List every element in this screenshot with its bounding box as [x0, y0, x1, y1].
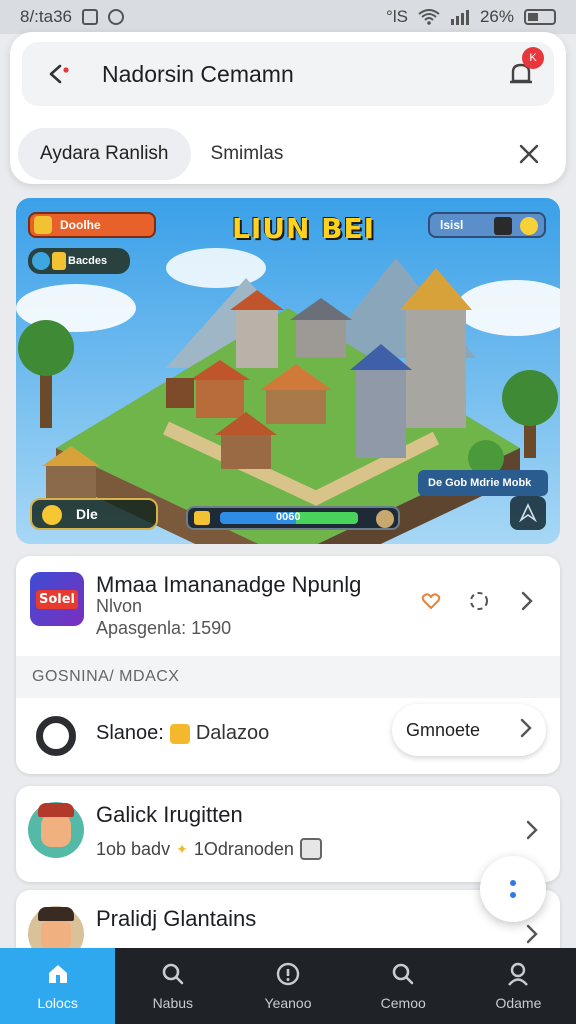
nav-label: Lolocs: [37, 995, 78, 1011]
search-bar[interactable]: Nadorsin Cemamn K: [22, 42, 554, 106]
notification-icon[interactable]: K: [504, 47, 544, 91]
game-logo-title: LIUN BEI: [232, 212, 376, 245]
user-meta-b: 1Odranoden: [193, 838, 294, 859]
user-meta: 1ob badv ✦ 1Odranoden: [96, 838, 322, 860]
app-row[interactable]: Solel Mmaa Imananadge Npunlg Nlvon Apasg…: [16, 556, 560, 656]
chip-secondary[interactable]: Smimlas: [211, 143, 514, 165]
hud-currency-pill[interactable]: lsisl: [428, 212, 546, 238]
user-name: Galick Irugitten: [96, 802, 243, 827]
avatar-face-icon: [38, 803, 74, 847]
key-icon: [52, 252, 66, 270]
chevron-right-icon: [520, 718, 532, 743]
status-time: 8/:ta36: [20, 7, 72, 26]
chevron-right-icon[interactable]: [526, 924, 538, 949]
search-icon: [392, 963, 414, 985]
avatar-face-icon: [38, 907, 74, 951]
chips-row: Aydara Ranlish Smimlas: [18, 128, 558, 180]
search-icon: [162, 963, 184, 985]
star-icon: ✦: [176, 840, 188, 857]
app-icon: Solel: [30, 572, 84, 626]
status-ring-icon: [36, 716, 76, 756]
nav-item-info[interactable]: Yeanoo: [230, 948, 345, 1024]
app-info-card: Solel Mmaa Imananadge Npunlg Nlvon Apasg…: [16, 556, 560, 774]
chevron-right-icon[interactable]: [516, 590, 538, 612]
search-title[interactable]: Nadorsin Cemamn: [102, 61, 504, 88]
emoji-face-icon: [299, 838, 322, 860]
nav-item-home[interactable]: Lolocs: [0, 948, 116, 1024]
info-icon: [276, 962, 300, 986]
signal-text: °lS: [386, 7, 408, 26]
app-meta: Apasgenla: 1590: [96, 618, 232, 638]
user-card[interactable]: Galick Irugitten 1ob badv ✦ 1Odranoden: [16, 786, 560, 882]
nav-label: Nabus: [152, 995, 194, 1011]
search-card: Nadorsin Cemamn K Aydara Ranlish Smimlas: [10, 32, 566, 184]
friend-tag: Dalazoo: [195, 722, 270, 744]
gem-icon: [32, 252, 50, 270]
chevron-right-icon[interactable]: [526, 820, 538, 845]
battery-percent: 26%: [479, 7, 514, 26]
compass-icon[interactable]: [510, 496, 546, 530]
app-icon-text: Solel: [35, 589, 79, 609]
user-meta-a: 1ob badv: [96, 838, 171, 859]
close-icon[interactable]: [514, 139, 544, 169]
bottom-nav: Lolocs Nabus Yeanoo Cemoo Odame: [0, 948, 576, 1024]
more-options-button[interactable]: [480, 856, 546, 922]
progress-bar: 0060: [186, 506, 400, 530]
friend-name: Slanoe:: [96, 722, 164, 744]
wifi-icon: [418, 9, 440, 25]
friend-row[interactable]: Slanoe: Dalazoo Gmnoete: [16, 698, 560, 774]
notification-badge: K: [522, 47, 544, 69]
friend-text: Slanoe: Dalazoo: [96, 722, 269, 745]
heart-icon[interactable]: [420, 590, 442, 612]
user-name: Pralidj Glantains: [96, 906, 257, 931]
hud-secondary-pill[interactable]: Bacdes: [28, 248, 130, 274]
hud-event-pill[interactable]: De Gob Mdrie Mobk: [418, 470, 548, 496]
app-name: Mmaa Imananadge Npunlg: [96, 572, 362, 597]
continue-button[interactable]: Gmnoete: [392, 704, 546, 756]
dot-icon: [510, 892, 516, 898]
progress-value: 0060: [276, 511, 301, 523]
app-actions: [420, 590, 538, 612]
back-icon[interactable]: [44, 60, 72, 88]
progress-icon: [194, 511, 210, 525]
status-bar: 8/:ta36 °lS 26%: [0, 0, 576, 34]
dot-icon: [510, 880, 516, 886]
nav-label: Yeanoo: [264, 995, 312, 1011]
status-right: °lS 26%: [386, 7, 556, 27]
nav-label: Cemoo: [380, 995, 426, 1011]
shield-icon: [494, 217, 512, 235]
section-header: GOSNINA/ MDACX: [16, 656, 560, 698]
nav-item-search[interactable]: Nabus: [115, 948, 230, 1024]
coin-icon: [520, 217, 538, 235]
hud-resource-pill[interactable]: Doolhe: [28, 212, 156, 238]
progress-end-icon: [376, 510, 394, 528]
chip-active[interactable]: Aydara Ranlish: [18, 128, 191, 180]
continue-button-label: Gmnoete: [406, 719, 481, 740]
nav-label: Odame: [495, 995, 542, 1011]
profile-icon: [508, 962, 529, 986]
hud-secondary-label: Bacdes: [68, 255, 108, 267]
refresh-icon[interactable]: [468, 590, 490, 612]
game-banner[interactable]: Doolhe Bacdes LIUN BEI lsisl De Gob Mdri…: [16, 198, 560, 544]
hud-resource-label: Doolhe: [60, 218, 101, 232]
hud-gold-pill[interactable]: Dle: [30, 498, 158, 530]
status-left: 8/:ta36: [20, 7, 124, 27]
notification-square-icon: [82, 9, 98, 25]
hud-gold-label: Dle: [76, 506, 98, 522]
home-icon: [48, 965, 67, 983]
gold-coin-icon: [42, 505, 62, 525]
nav-item-explore[interactable]: Cemoo: [346, 948, 461, 1024]
tag-icon: [169, 723, 190, 744]
avatar: [28, 802, 84, 858]
alert-circle-icon: [108, 9, 124, 25]
battery-icon: [524, 9, 556, 25]
app-subtitle: Nlvon: [96, 596, 143, 616]
resource-icon: [34, 216, 52, 234]
nav-item-profile[interactable]: Odame: [461, 948, 576, 1024]
hud-currency-label: lsisl: [440, 218, 464, 232]
cell-signal-icon: [450, 10, 469, 25]
